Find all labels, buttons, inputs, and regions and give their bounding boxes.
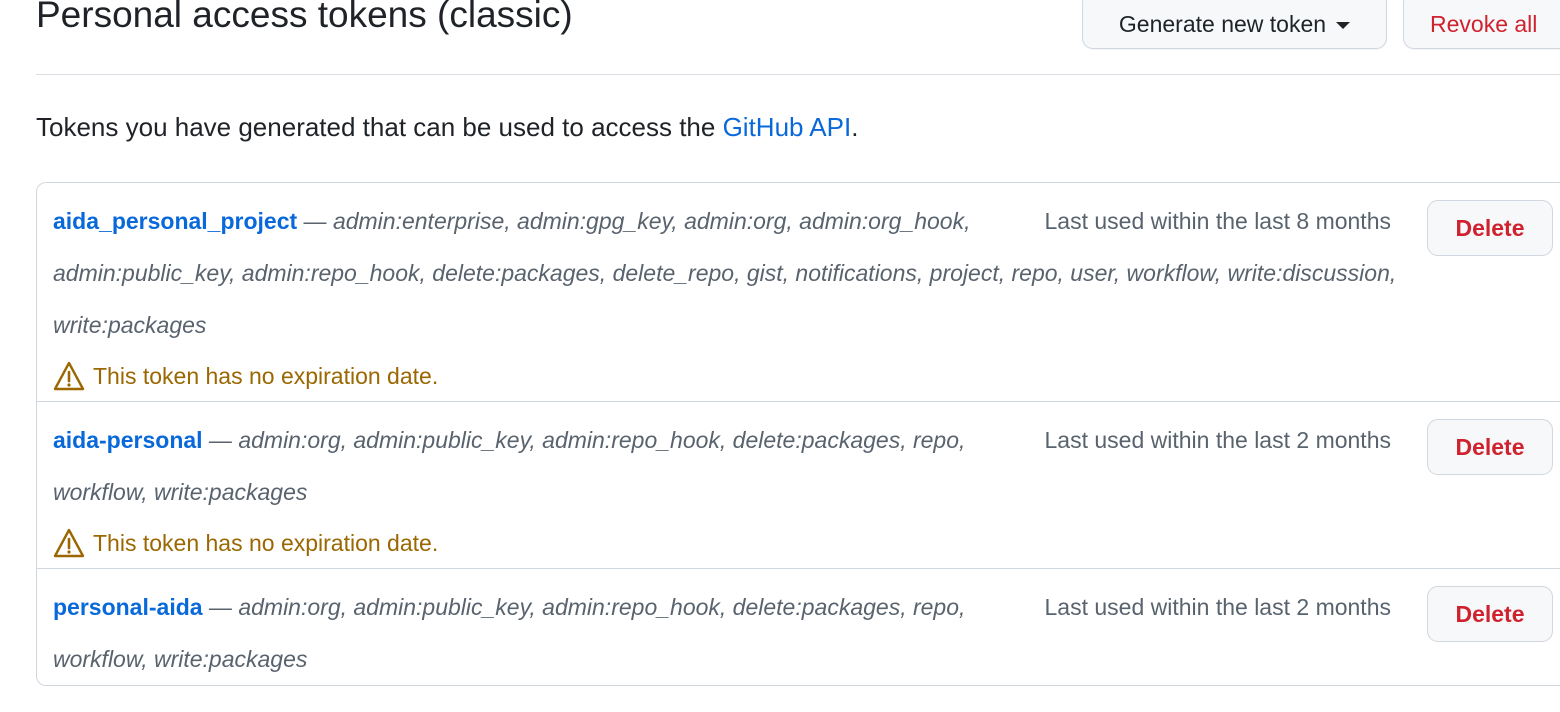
token-list: Last used within the last 8 months aida_… xyxy=(36,182,1560,686)
github-api-link[interactable]: GitHub API xyxy=(723,112,852,142)
token-last-used: Last used within the last 8 months xyxy=(1030,195,1391,247)
token-item: Last used within the last 2 months aida-… xyxy=(37,401,1560,568)
generate-new-token-label: Generate new token xyxy=(1118,11,1327,37)
token-description: Last used within the last 2 months aida-… xyxy=(53,414,1398,518)
token-expiration-warning: This token has no expiration date. xyxy=(53,351,1560,401)
token-last-used: Last used within the last 2 months xyxy=(1030,414,1391,466)
token-item: Last used within the last 8 months aida_… xyxy=(37,183,1560,401)
delete-token-button[interactable]: Delete xyxy=(1427,419,1553,475)
token-item: Last used within the last 2 months perso… xyxy=(37,568,1560,685)
token-separator: — xyxy=(297,208,333,234)
revoke-all-button[interactable]: Revoke all xyxy=(1403,0,1560,49)
triangle-down-icon xyxy=(1336,22,1351,29)
token-separator: — xyxy=(202,594,239,620)
intro-text-suffix: . xyxy=(851,112,859,142)
token-expiration-warning: This token has no expiration date. xyxy=(53,518,1560,568)
alert-triangle-icon xyxy=(53,361,85,391)
token-description: Last used within the last 2 months perso… xyxy=(53,581,1398,685)
page-title: Personal access tokens (classic) xyxy=(36,0,573,35)
token-description: Last used within the last 8 months aida_… xyxy=(53,195,1398,351)
intro-text-body: Tokens you have generated that can be us… xyxy=(36,112,723,142)
delete-token-button[interactable]: Delete xyxy=(1427,200,1553,256)
token-separator: — xyxy=(202,427,239,453)
token-name-link[interactable]: personal-aida xyxy=(53,594,203,620)
token-name-link[interactable]: aida-personal xyxy=(53,427,203,453)
alert-triangle-icon xyxy=(53,528,85,558)
header-divider xyxy=(36,74,1560,75)
delete-token-button[interactable]: Delete xyxy=(1427,586,1553,642)
token-name-link[interactable]: aida_personal_project xyxy=(53,208,297,234)
header-actions: Generate new token Revoke all xyxy=(1082,0,1560,49)
intro-text: Tokens you have generated that can be us… xyxy=(36,112,858,143)
token-warning-text: This token has no expiration date. xyxy=(93,362,439,389)
token-warning-text: This token has no expiration date. xyxy=(93,529,439,556)
token-last-used: Last used within the last 2 months xyxy=(1030,581,1391,633)
generate-new-token-button[interactable]: Generate new token xyxy=(1082,0,1387,49)
